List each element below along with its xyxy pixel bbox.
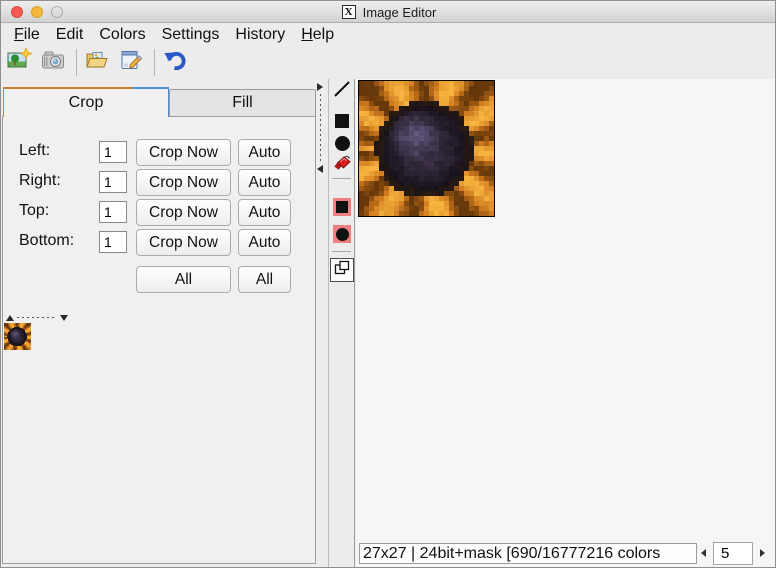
- collapse-up-icon: [6, 314, 14, 321]
- minimize-button[interactable]: [31, 6, 43, 18]
- toolbar: [1, 46, 775, 79]
- tool-flood-fill[interactable]: [331, 152, 353, 174]
- crop-top-input[interactable]: [99, 201, 127, 223]
- new-image-button[interactable]: [6, 46, 33, 78]
- crop-right-now-button[interactable]: Crop Now: [136, 169, 231, 196]
- horizontal-splitter-handle[interactable]: [6, 313, 68, 322]
- crop-bottom-input[interactable]: [99, 231, 127, 253]
- app-window: X Image Editor File Edit Colors Settings…: [0, 0, 776, 568]
- toolbar-separator: [154, 49, 155, 76]
- save-button[interactable]: [118, 50, 144, 76]
- filled-square-icon: [336, 201, 348, 213]
- crop-bottom-now-button[interactable]: Crop Now: [136, 229, 231, 256]
- menubar: File Edit Colors Settings History Help: [1, 23, 775, 46]
- crop-bottom-auto-button[interactable]: Auto: [238, 229, 291, 256]
- crop-right-auto-button[interactable]: Auto: [238, 169, 291, 196]
- crop-top-now-button[interactable]: Crop Now: [136, 199, 231, 226]
- open-folder-icon: [84, 47, 110, 78]
- thumbnail-canvas[interactable]: [4, 323, 31, 350]
- camera-icon: [40, 47, 66, 78]
- overlapping-rectangles-icon: [333, 259, 351, 282]
- crop-left-auto-button[interactable]: Auto: [238, 139, 291, 166]
- menu-file[interactable]: File: [6, 23, 48, 46]
- collapse-down-icon: [60, 314, 68, 321]
- crop-left-label: Left:: [19, 142, 51, 159]
- fill-style-square-swatch: [333, 198, 351, 216]
- filled-circle-icon: [335, 227, 349, 241]
- splitter-dots: [17, 317, 57, 318]
- crop-left-now-button[interactable]: Crop Now: [136, 139, 231, 166]
- x11-app-icon: X: [341, 5, 356, 19]
- close-button[interactable]: [11, 6, 23, 18]
- window-title: Image Editor: [362, 4, 437, 20]
- image-canvas[interactable]: [359, 81, 494, 216]
- crop-left-input[interactable]: [99, 141, 127, 163]
- toolbar-separator: [76, 49, 77, 76]
- undo-button[interactable]: [162, 50, 188, 76]
- paint-bucket-icon: [331, 150, 353, 177]
- crop-top-auto-button[interactable]: Auto: [238, 199, 291, 226]
- menu-edit[interactable]: Edit: [48, 23, 92, 46]
- zoom-decrease-arrow[interactable]: [701, 549, 706, 557]
- titlebar[interactable]: X Image Editor: [1, 1, 775, 23]
- tool-line[interactable]: [331, 80, 353, 102]
- acquire-camera-button[interactable]: [40, 50, 66, 76]
- image-frame: [358, 80, 495, 217]
- line-tool-icon: [332, 79, 352, 104]
- new-image-icon: [6, 46, 33, 78]
- vertical-splitter-handle[interactable]: [316, 83, 324, 173]
- menu-help[interactable]: Help: [293, 23, 342, 46]
- filled-circle-icon: [334, 135, 350, 151]
- zoom-increase-arrow[interactable]: [760, 549, 765, 557]
- open-button[interactable]: [84, 50, 110, 76]
- save-icon: [118, 47, 144, 78]
- tab-fill[interactable]: Fill: [169, 89, 316, 117]
- fill-style-circle-swatch: [333, 225, 351, 243]
- status-info: 27x27 | 24bit+mask [690/16777216 colors: [359, 543, 697, 564]
- menu-settings[interactable]: Settings: [154, 23, 228, 46]
- menu-colors[interactable]: Colors: [91, 23, 153, 46]
- tool-filled-rectangle[interactable]: [331, 196, 353, 218]
- title-group: X Image Editor: [1, 1, 775, 23]
- tool-filled-ellipse[interactable]: [331, 223, 353, 245]
- crop-right-label: Right:: [19, 172, 61, 189]
- tool-rectangle[interactable]: [331, 110, 353, 132]
- tool-separator: [332, 178, 351, 179]
- crop-bottom-label: Bottom:: [19, 232, 75, 249]
- tool-palette: [328, 79, 355, 567]
- undo-icon: [162, 47, 188, 78]
- crop-right-input[interactable]: [99, 171, 127, 193]
- image-thumbnail[interactable]: [4, 323, 31, 350]
- collapse-left-icon: [317, 165, 323, 173]
- tool-separator: [332, 251, 351, 252]
- splitter-dots: [319, 94, 321, 162]
- filled-square-icon: [335, 114, 349, 128]
- menu-history[interactable]: History: [227, 23, 293, 46]
- collapse-right-icon: [317, 83, 323, 91]
- auto-all-button[interactable]: All: [238, 266, 291, 293]
- crop-all-button[interactable]: All: [136, 266, 231, 293]
- tab-crop[interactable]: Crop: [3, 87, 169, 117]
- crop-top-label: Top:: [19, 202, 50, 219]
- tool-zoom-box[interactable]: [330, 258, 354, 282]
- zoom-level-input[interactable]: [713, 542, 753, 565]
- canvas-area: 27x27 | 24bit+mask [690/16777216 colors: [356, 79, 775, 567]
- zoom-window-button[interactable]: [51, 6, 63, 18]
